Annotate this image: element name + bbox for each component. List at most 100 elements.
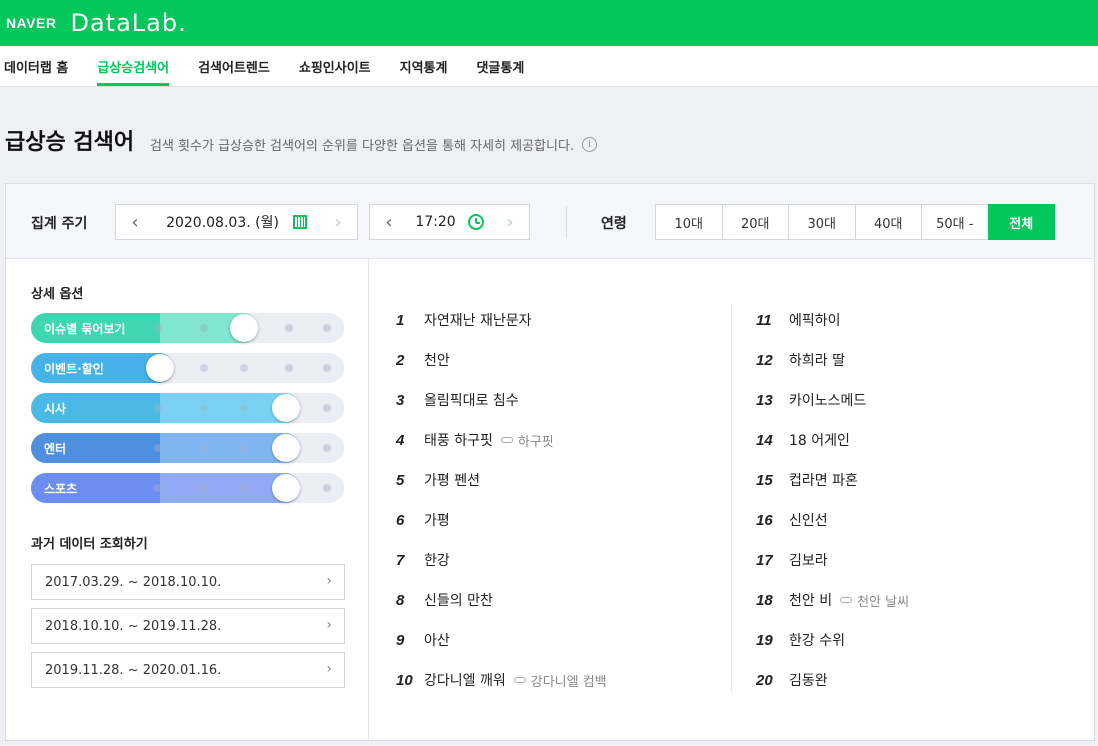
time-picker[interactable]: ‹ 17:20 › xyxy=(369,204,530,240)
rank-item: 19 한강 수위 xyxy=(756,630,845,650)
rank-keyword-link[interactable]: 하희라 딸 xyxy=(789,350,845,370)
slider-step-dot[interactable] xyxy=(200,364,208,372)
rank-keyword-link[interactable]: 한강 xyxy=(424,550,450,570)
date-next-button[interactable]: › xyxy=(323,205,353,239)
slider-step-dot[interactable] xyxy=(323,484,331,492)
options-sidebar: 상세 옵션 이슈별 묶어보기 이벤트·할인 시사 엔터 스포츠 과거 데이터 조회하기 … xyxy=(6,259,369,740)
rank-keyword-link[interactable]: 신인선 xyxy=(789,510,828,530)
history-range-button-0[interactable]: 2017.03.29. ~ 2018.10.10. › xyxy=(31,564,345,600)
age-button-0[interactable]: 10대 xyxy=(655,204,723,240)
rank-keyword-link[interactable]: 신들의 만찬 xyxy=(424,590,493,610)
date-prev-button[interactable]: ‹ xyxy=(120,205,150,239)
slider-fill xyxy=(31,393,300,423)
time-next-button[interactable]: › xyxy=(495,205,525,239)
page-description-text: 검색 횟수가 급상승한 검색어의 순위를 다양한 옵션을 통해 자세히 제공합니… xyxy=(150,139,575,154)
rank-item: 13 카이노스메드 xyxy=(756,390,866,410)
rank-keyword-link[interactable]: 카이노스메드 xyxy=(789,390,866,410)
calendar-icon[interactable] xyxy=(292,215,307,229)
rank-number: 9 xyxy=(396,631,405,649)
related-keyword[interactable]: 강다니엘 컴백 xyxy=(513,671,607,690)
top-header: NAVER DataLab. xyxy=(0,0,1098,46)
page-title: 급상승 검색어 xyxy=(5,130,135,155)
rank-keyword-link[interactable]: 에픽하이 xyxy=(789,310,841,330)
option-slider-4[interactable]: 스포츠 xyxy=(31,473,344,503)
rank-keyword-link[interactable]: 컵라면 파혼 xyxy=(789,470,858,490)
rank-number: 5 xyxy=(396,471,405,489)
slider-knob[interactable] xyxy=(272,394,300,422)
related-keyword[interactable]: 천안 날씨 xyxy=(840,591,909,610)
page-description: 검색 횟수가 급상승한 검색어의 순위를 다양한 옵션을 통해 자세히 제공합니… xyxy=(150,135,598,154)
nav-tab-1[interactable]: 급상승검색어 xyxy=(97,46,169,86)
rank-number: 13 xyxy=(756,391,773,409)
rank-item: 10 강다니엘 깨워 강다니엘 컴백 xyxy=(396,670,607,690)
slider-step-dot[interactable] xyxy=(323,404,331,412)
rank-keyword-link[interactable]: 김동완 xyxy=(789,670,828,690)
rank-item: 6 가평 xyxy=(396,510,450,530)
nav-tab-3[interactable]: 쇼핑인사이트 xyxy=(299,46,371,86)
option-slider-1[interactable]: 이벤트·할인 xyxy=(31,353,344,383)
rank-number: 3 xyxy=(396,391,405,409)
slider-step-dot[interactable] xyxy=(154,404,162,412)
rank-keyword-link[interactable]: 자연재난 재난문자 xyxy=(424,310,532,330)
slider-step-dot[interactable] xyxy=(200,324,208,332)
slider-step-dot[interactable] xyxy=(154,484,162,492)
rank-keyword-link[interactable]: 아산 xyxy=(424,630,450,650)
option-slider-3[interactable]: 엔터 xyxy=(31,433,344,463)
history-range-button-2[interactable]: 2019.11.28. ~ 2020.01.16. › xyxy=(31,652,345,688)
slider-step-dot[interactable] xyxy=(285,324,293,332)
slider-knob[interactable] xyxy=(230,314,258,342)
date-picker[interactable]: ‹ 2020.08.03. (월) › xyxy=(115,204,358,240)
age-button-2[interactable]: 30대 xyxy=(788,204,856,240)
age-button-3[interactable]: 40대 xyxy=(854,204,922,240)
slider-step-dot[interactable] xyxy=(323,444,331,452)
slider-step-dot[interactable] xyxy=(240,484,248,492)
slider-step-dot[interactable] xyxy=(154,444,162,452)
age-button-4[interactable]: 50대 - xyxy=(921,204,989,240)
slider-knob[interactable] xyxy=(272,474,300,502)
rank-number: 11 xyxy=(756,311,772,329)
slider-step-dot[interactable] xyxy=(323,324,331,332)
rank-keyword-link[interactable]: 한강 수위 xyxy=(789,630,845,650)
slider-step-dot[interactable] xyxy=(200,444,208,452)
history-range-button-1[interactable]: 2018.10.10. ~ 2019.11.28. › xyxy=(31,608,345,644)
option-slider-2[interactable]: 시사 xyxy=(31,393,344,423)
slider-step-dot[interactable] xyxy=(285,364,293,372)
slider-label: 시사 xyxy=(44,402,67,416)
rank-keyword-link[interactable]: 가평 xyxy=(424,510,450,530)
nav-tab-2[interactable]: 검색어트렌드 xyxy=(198,46,270,86)
rank-number: 19 xyxy=(756,631,773,649)
slider-step-dot[interactable] xyxy=(240,364,248,372)
slider-knob[interactable] xyxy=(146,354,174,382)
slider-step-dot[interactable] xyxy=(154,324,162,332)
rank-keyword-link[interactable]: 천안 비 xyxy=(789,590,832,610)
nav-tab-4[interactable]: 지역통계 xyxy=(400,46,448,86)
clock-icon[interactable] xyxy=(467,214,484,230)
age-button-5[interactable]: 전체 xyxy=(987,204,1055,240)
slider-step-dot[interactable] xyxy=(200,484,208,492)
naver-logo[interactable]: NAVER xyxy=(6,15,56,31)
slider-step-dot[interactable] xyxy=(240,404,248,412)
info-icon[interactable]: i xyxy=(582,137,598,152)
rank-keyword-link[interactable]: 천안 xyxy=(424,350,450,370)
rank-keyword-link[interactable]: 김보라 xyxy=(789,550,828,570)
rank-number: 14 xyxy=(756,431,773,449)
slider-step-dot[interactable] xyxy=(323,364,331,372)
related-keyword[interactable]: 하구핏 xyxy=(500,431,554,450)
rank-keyword-link[interactable]: 올림픽대로 침수 xyxy=(424,390,519,410)
slider-step-dot[interactable] xyxy=(200,404,208,412)
slider-knob[interactable] xyxy=(272,434,300,462)
rank-keyword-link[interactable]: 강다니엘 깨워 xyxy=(424,670,506,690)
option-slider-0[interactable]: 이슈별 묶어보기 xyxy=(31,313,344,343)
time-prev-button[interactable]: ‹ xyxy=(374,205,404,239)
rank-keyword-link[interactable]: 18 어게인 xyxy=(789,430,850,450)
datalab-logo[interactable]: DataLab. xyxy=(70,9,186,37)
slider-fill xyxy=(31,433,300,463)
slider-step-dot[interactable] xyxy=(240,444,248,452)
rank-keyword-link[interactable]: 태풍 하구핏 xyxy=(424,430,493,450)
rank-item: 1 자연재난 재난문자 xyxy=(396,310,532,330)
rank-keyword-link[interactable]: 가평 펜션 xyxy=(424,470,480,490)
nav-tab-5[interactable]: 댓글통계 xyxy=(476,46,524,86)
age-button-1[interactable]: 20대 xyxy=(721,204,789,240)
nav-tab-0[interactable]: 데이터랩 홈 xyxy=(4,46,68,86)
related-keyword-text: 하구핏 xyxy=(517,434,554,450)
